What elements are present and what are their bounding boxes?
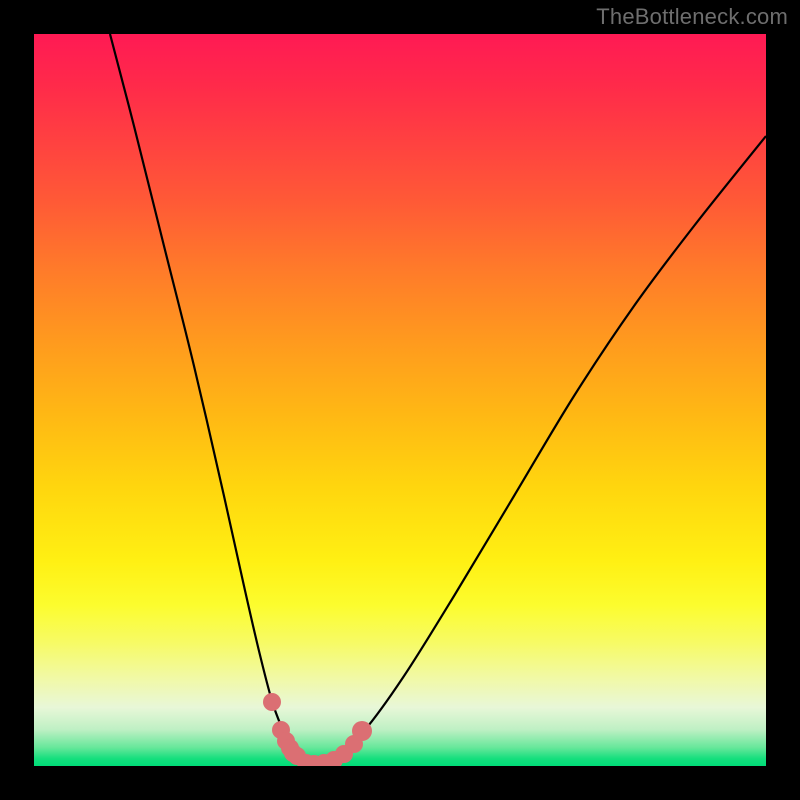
right-curve (312, 136, 766, 764)
data-marker (352, 721, 372, 741)
left-curve (110, 34, 312, 764)
watermark-text: TheBottleneck.com (596, 4, 788, 30)
chart-frame: TheBottleneck.com (0, 0, 800, 800)
data-marker (263, 693, 281, 711)
curve-layer (34, 34, 766, 766)
marker-group (263, 693, 372, 766)
plot-area (34, 34, 766, 766)
